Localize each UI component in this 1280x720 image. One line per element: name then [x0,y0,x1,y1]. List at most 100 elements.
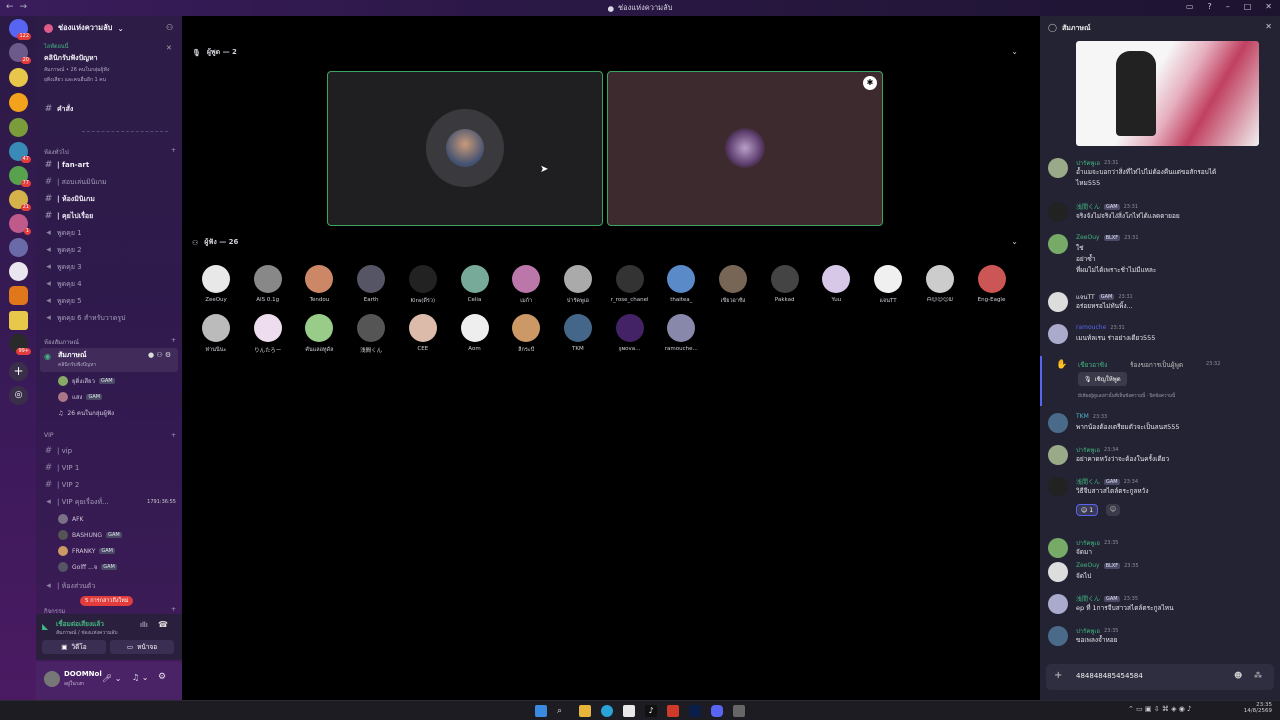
username[interactable]: ZeeOuy [1076,234,1100,241]
category-general[interactable]: ห้องทั่วไป + [44,147,176,157]
noise-suppression-icon[interactable]: ıllı [140,621,148,629]
avatar[interactable] [44,671,60,687]
username[interactable]: TKM [1076,413,1089,420]
voice-user[interactable]: FRANKY GAM [58,544,115,558]
audience-member[interactable]: r_rose_chanel [606,265,654,303]
username[interactable]: ZeeOuy [1076,562,1100,569]
channel-chat[interactable]: # | คุยไปเรื่อย [44,209,176,223]
audience-member[interactable]: 浅間くん [347,314,395,354]
voice-channel-4[interactable]: ◂ พูดคุย 4 [44,277,176,291]
home-button[interactable]: 122 [9,19,31,40]
close-button[interactable]: ✕ [1265,2,1272,11]
settings-gear-icon[interactable]: ⚙ [158,672,166,682]
server-icon[interactable]: 1 [9,214,31,235]
close-icon[interactable]: ✕ [1265,22,1272,31]
unread-mentions-pill[interactable]: 5 การกล่าวถึงใหม่ [80,596,134,606]
audience-member[interactable]: Aom [451,314,499,352]
add-member-icon[interactable]: ⚇ [166,23,173,32]
add-server-icon[interactable]: + [9,362,28,381]
server-icon[interactable] [9,118,28,137]
avatar[interactable] [1048,324,1068,344]
avatar[interactable] [1048,594,1068,614]
discord-icon[interactable] [711,705,723,717]
search-icon[interactable]: ⌕ [557,705,569,717]
avatar[interactable] [1048,562,1068,582]
reaction-pill[interactable]: ☺ 1 [1076,504,1099,516]
message-input-box[interactable]: + 484848485454584 ☻ ⁂ [1046,664,1274,690]
channel-vip[interactable]: # | vip [44,444,176,458]
voice-user[interactable]: Golff ...จ GAM [58,560,117,574]
channel-vip-2[interactable]: # | VIP 2 [44,478,176,492]
close-icon[interactable]: ✕ [166,44,172,52]
clock[interactable]: 23:35 14/8/2569 [1236,702,1272,714]
invite-to-speak-button[interactable]: 🎙︎ เชิญให้พูด [1078,372,1127,386]
voice-channel-2[interactable]: ◂ พูดคุย 2 [44,243,176,257]
audience-member[interactable]: Yuu [812,265,860,303]
app-icon[interactable] [733,705,745,717]
voice-channel-6[interactable]: ◂ พูดคุย 6 สำหรับวาดรูป [44,311,176,325]
emoji-icon[interactable]: ☻ [1234,671,1242,680]
audience-member[interactable]: Pakkad [761,265,809,303]
audience-member[interactable]: CEE [399,314,447,352]
stage-settings-icon[interactable]: ● ⚇ ⚙ [148,351,171,359]
audience-member[interactable]: Tendou [295,265,343,303]
audience-member[interactable]: TKM [554,314,602,352]
audience-member[interactable]: thaitea_ [657,265,705,303]
avatar[interactable] [1048,234,1068,254]
audience-member[interactable]: Earth [347,265,395,303]
avatar[interactable] [1048,445,1068,465]
voice-channel-private[interactable]: ◂ | ห้องส่วนตัว [44,579,176,593]
voice-channel-1[interactable]: ◂ พูดคุย 1 [44,226,176,240]
audience-member[interactable]: ᗩ☺☺☺ᗯ [916,265,964,304]
category-vip[interactable]: VIP + [44,432,176,439]
username[interactable]: 浅間くん [1076,594,1100,603]
audience-member[interactable]: ลีกระบี [502,314,550,354]
audience-member[interactable]: ꜱ͓ɴova... [606,314,654,352]
tiktok-icon[interactable]: ♪ [645,705,657,717]
disconnect-icon[interactable]: ☎ [158,620,168,629]
apps-icon[interactable]: ⁂ [1254,671,1262,680]
chevron-down-icon[interactable]: ⌄ [1011,47,1018,56]
chevron-down-icon[interactable]: ⌄ [1011,237,1018,246]
start-icon[interactable] [535,705,547,717]
voice-channel-vip[interactable]: ◂ | VIP คุยเรื่องทั่... 1791:36:55 [44,495,176,509]
avatar[interactable] [1048,292,1068,312]
username[interactable]: 浅間くん [1076,202,1100,211]
screen-share-button[interactable]: ▭ หน้าจอ [110,640,174,654]
server-icon[interactable]: 47 [9,142,31,163]
avatar[interactable] [1048,626,1068,646]
stage-listeners[interactable]: ♫ 26 คนในกลุ่มผู้ฟัง [58,406,114,420]
audience-member[interactable]: ท่านนินะ [192,314,240,354]
server-icon[interactable]: 21 [9,190,31,211]
username[interactable]: ramouche [1076,324,1106,331]
channel-minigame[interactable]: # | ห้องมินิเกม [44,192,176,206]
app-icon[interactable] [667,705,679,717]
category-interview[interactable]: ห้องสัมภาษณ์ + [44,337,176,347]
speaker-tile[interactable]: ✱ [607,71,883,226]
avatar[interactable] [1048,158,1068,178]
plus-circle-icon[interactable]: + [1054,670,1062,681]
avatar[interactable] [1048,538,1068,558]
headphones-icon[interactable]: ♫ ⌄ [132,673,148,682]
channel-vip-1[interactable]: # | VIP 1 [44,461,176,475]
audience-member[interactable]: Celia [451,265,499,303]
message-input[interactable]: 484848485454584 [1076,672,1143,680]
server-icon[interactable]: 77 [9,166,31,187]
username[interactable]: 浅間くん [1076,477,1100,486]
tray-icons[interactable]: ⌃ ▭ ▣ ⇩ ⌘ ◈ ◉ ♪ [1128,705,1192,713]
attached-image[interactable] [1076,41,1259,146]
avatar[interactable] [1048,202,1068,222]
audience-member[interactable]: แจนTT [864,265,912,305]
store-icon[interactable] [623,705,635,717]
edge-icon[interactable] [601,705,613,717]
discover-icon[interactable]: ◎ [9,386,28,405]
audience-member[interactable]: AIS 0.1g [244,265,292,303]
audience-member[interactable]: เขียวอาซิง [709,265,757,305]
server-icon[interactable]: 20 [9,43,31,64]
voice-channel-3[interactable]: ◂ พูดคุย 3 [44,260,176,274]
video-button[interactable]: ▣ วิดีโอ [42,640,106,654]
nav-arrows-icon[interactable]: ←→ [6,2,33,12]
maximize-button[interactable]: □ [1244,2,1252,11]
avatar[interactable] [1048,413,1068,433]
plus-icon[interactable]: + [171,147,176,157]
